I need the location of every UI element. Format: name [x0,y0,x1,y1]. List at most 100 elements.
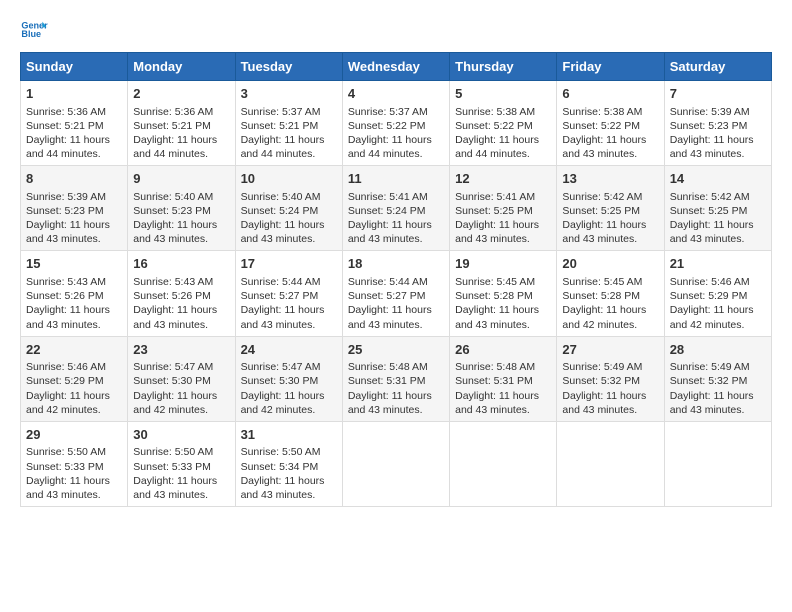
day-number: 23 [133,341,229,359]
day-number: 20 [562,255,658,273]
daylight-text: Daylight: 11 hours and 44 minutes. [348,134,432,160]
day-number: 25 [348,341,444,359]
day-number: 3 [241,85,337,103]
calendar-cell: 15Sunrise: 5:43 AMSunset: 5:26 PMDayligh… [21,251,128,336]
sunrise-text: Sunrise: 5:50 AM [26,446,106,458]
calendar-cell: 27Sunrise: 5:49 AMSunset: 5:32 PMDayligh… [557,336,664,421]
calendar-cell: 11 Sunrise: 5:41 AM Sunset: 5:24 PM Dayligh… [342,166,449,251]
day-number: 16 [133,255,229,273]
sunset-text: Sunset: 5:33 PM [133,461,211,473]
calendar-cell: 30Sunrise: 5:50 AMSunset: 5:33 PMDayligh… [128,421,235,506]
daylight-text: Daylight: 11 hours and 44 minutes. [455,134,539,160]
day-number: 10 [241,170,337,188]
sunset-text: Sunset: 5:33 PM [26,461,104,473]
calendar-cell: 23Sunrise: 5:47 AMSunset: 5:30 PMDayligh… [128,336,235,421]
calendar-header: SundayMondayTuesdayWednesdayThursdayFrid… [21,53,772,81]
sunset-text: Sunset: 5:29 PM [670,290,748,302]
daylight-text: Daylight: 11 hours and 43 minutes. [26,475,110,501]
day-number: 15 [26,255,122,273]
daylight-text: Daylight: 11 hours and 43 minutes. [133,304,217,330]
calendar-cell: 1Sunrise: 5:36 AMSunset: 5:21 PMDaylight… [21,81,128,166]
week-row-4: 29 Sunrise: 5:50 AM Sunset: 5:33 PM Dayligh… [21,421,772,506]
sunrise-text: Sunrise: 5:49 AM [562,361,642,373]
sunset-text: Sunset: 5:24 PM [348,205,426,217]
day-number: 21 [670,255,766,273]
sunrise-text: Sunrise: 5:38 AM [562,106,642,118]
sunrise-text: Sunrise: 5:43 AM [133,276,213,288]
calendar-cell: 22Sunrise: 5:46 AMSunset: 5:29 PMDayligh… [21,336,128,421]
daylight-text: Daylight: 11 hours and 43 minutes. [670,219,754,245]
sunrise-text: Sunrise: 5:38 AM [455,106,535,118]
header-tuesday: Tuesday [235,53,342,81]
sunset-text: Sunset: 5:25 PM [455,205,533,217]
day-number: 26 [455,341,551,359]
sunset-text: Sunset: 5:21 PM [241,120,319,132]
sunrise-text: Sunrise: 5:41 AM [455,191,535,203]
calendar-cell: 8Sunrise: 5:39 AMSunset: 5:23 PMDaylight… [21,166,128,251]
daylight-text: Daylight: 11 hours and 43 minutes. [670,134,754,160]
sunset-text: Sunset: 5:32 PM [670,375,748,387]
sunset-text: Sunset: 5:28 PM [562,290,640,302]
header-row: SundayMondayTuesdayWednesdayThursdayFrid… [21,53,772,81]
calendar-cell: 14Sunrise: 5:42 AMSunset: 5:25 PMDayligh… [664,166,771,251]
daylight-text: Daylight: 11 hours and 43 minutes. [241,219,325,245]
sunrise-text: Sunrise: 5:42 AM [670,191,750,203]
day-number: 12 [455,170,551,188]
sunset-text: Sunset: 5:30 PM [133,375,211,387]
calendar-cell: 7Sunrise: 5:39 AMSunset: 5:23 PMDaylight… [664,81,771,166]
header-sunday: Sunday [21,53,128,81]
calendar-cell: 6Sunrise: 5:38 AMSunset: 5:22 PMDaylight… [557,81,664,166]
day-number: 29 [26,426,122,444]
calendar-cell: 4Sunrise: 5:37 AMSunset: 5:22 PMDaylight… [342,81,449,166]
header-friday: Friday [557,53,664,81]
calendar-cell: 3Sunrise: 5:37 AMSunset: 5:21 PMDaylight… [235,81,342,166]
daylight-text: Daylight: 11 hours and 43 minutes. [348,219,432,245]
calendar-cell: 19Sunrise: 5:45 AMSunset: 5:28 PMDayligh… [450,251,557,336]
sunset-text: Sunset: 5:31 PM [455,375,533,387]
day-number: 9 [133,170,229,188]
daylight-text: Daylight: 11 hours and 42 minutes. [26,390,110,416]
sunrise-text: Sunrise: 5:43 AM [26,276,106,288]
sunrise-text: Sunrise: 5:45 AM [562,276,642,288]
daylight-text: Daylight: 11 hours and 43 minutes. [26,304,110,330]
week-row-2: 15Sunrise: 5:43 AMSunset: 5:26 PMDayligh… [21,251,772,336]
sunrise-text: Sunrise: 5:40 AM [241,191,321,203]
sunset-text: Sunset: 5:34 PM [241,461,319,473]
day-number: 30 [133,426,229,444]
sunrise-text: Sunrise: 5:47 AM [241,361,321,373]
day-number: 8 [26,170,122,188]
daylight-text: Daylight: 11 hours and 42 minutes. [133,390,217,416]
daylight-text: Daylight: 11 hours and 44 minutes. [26,134,110,160]
day-number: 31 [241,426,337,444]
daylight-text: Daylight: 11 hours and 43 minutes. [133,219,217,245]
sunrise-text: Sunrise: 5:36 AM [133,106,213,118]
calendar-cell: 31Sunrise: 5:50 AMSunset: 5:34 PMDayligh… [235,421,342,506]
day-number: 13 [562,170,658,188]
svg-text:Blue: Blue [21,29,41,39]
daylight-text: Daylight: 11 hours and 43 minutes. [455,304,539,330]
sunset-text: Sunset: 5:32 PM [562,375,640,387]
header-wednesday: Wednesday [342,53,449,81]
daylight-text: Daylight: 11 hours and 43 minutes. [348,390,432,416]
calendar-table: SundayMondayTuesdayWednesdayThursdayFrid… [20,52,772,507]
daylight-text: Daylight: 11 hours and 43 minutes. [455,390,539,416]
calendar-cell: 12Sunrise: 5:41 AMSunset: 5:25 PMDayligh… [450,166,557,251]
daylight-text: Daylight: 11 hours and 42 minutes. [562,304,646,330]
week-row-3: 22Sunrise: 5:46 AMSunset: 5:29 PMDayligh… [21,336,772,421]
day-number: 24 [241,341,337,359]
day-number: 1 [26,85,122,103]
day-number: 11 [348,170,444,188]
daylight-text: Daylight: 11 hours and 43 minutes. [562,134,646,160]
sunrise-text: Sunrise: 5:41 AM [348,191,428,203]
sunset-text: Sunset: 5:21 PM [133,120,211,132]
daylight-text: Daylight: 11 hours and 44 minutes. [133,134,217,160]
calendar-cell [664,421,771,506]
logo-icon: General Blue [20,16,48,44]
day-number: 6 [562,85,658,103]
daylight-text: Daylight: 11 hours and 42 minutes. [241,390,325,416]
daylight-text: Daylight: 11 hours and 43 minutes. [26,219,110,245]
sunrise-text: Sunrise: 5:50 AM [241,446,321,458]
sunset-text: Sunset: 5:27 PM [241,290,319,302]
sunset-text: Sunset: 5:23 PM [133,205,211,217]
calendar-cell: 2Sunrise: 5:36 AMSunset: 5:21 PMDaylight… [128,81,235,166]
